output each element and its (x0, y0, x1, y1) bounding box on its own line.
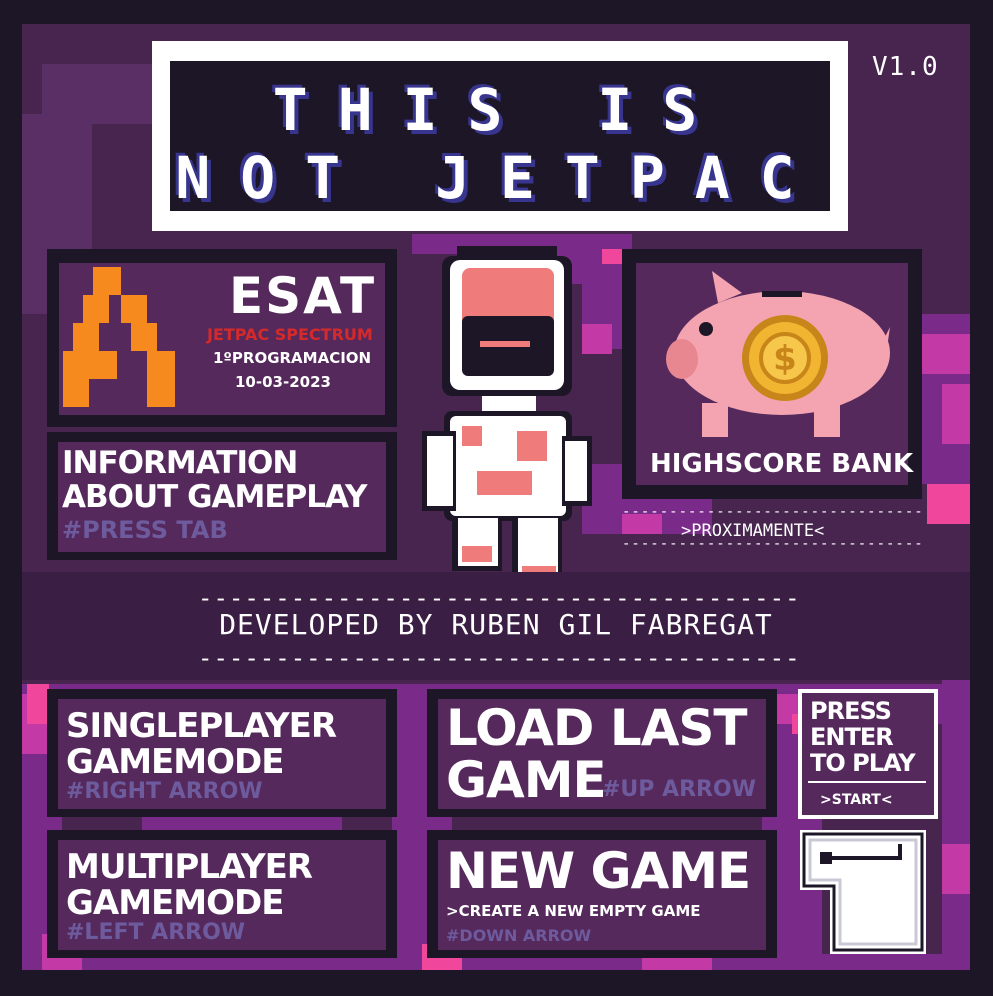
load-last-game-label-line-1: LOAD LAST (446, 699, 748, 757)
highscore-bank-label: HIGHSCORE BANK (650, 449, 914, 479)
info-title-line-2: ABOUT GAMEPLAY (62, 479, 367, 515)
game-menu-screen: THIS IS NOT JETPAC V1.0 ESAT JETPAC SPEC… (22, 24, 970, 970)
esat-logo-text: ESAT (229, 267, 377, 325)
load-last-game-label-line-2: GAME (446, 751, 607, 809)
esat-panel: ESAT JETPAC SPECTRUM 1ºPROGRAMACION 10-0… (47, 249, 397, 427)
title-line-1: THIS IS (272, 76, 728, 144)
singleplayer-label-line-1: SINGLEPLAYER (66, 706, 337, 746)
start-button[interactable]: >START< (820, 793, 893, 807)
new-game-hint: #DOWN ARROW (446, 926, 592, 945)
new-game-button[interactable]: NEW GAME >CREATE A NEW EMPTY GAME #DOWN … (427, 830, 777, 958)
info-hint: #PRESS TAB (62, 516, 228, 544)
multiplayer-label-line-2: GAMEMODE (66, 883, 284, 923)
proximamente-bottom-dashes: -------------------------------- (622, 536, 924, 552)
esat-subtitle: JETPAC SPECTRUM (207, 325, 373, 344)
title-line-2: NOT JETPAC (175, 144, 825, 212)
press-enter-line-3: TO PLAY (810, 749, 916, 777)
singleplayer-label-line-2: GAMEMODE (66, 742, 284, 782)
singleplayer-button[interactable]: SINGLEPLAYER GAMEMODE #RIGHT ARROW (47, 689, 397, 817)
multiplayer-hint: #LEFT ARROW (66, 920, 246, 945)
highscore-bank-panel: $ HIGHSCORE BANK (622, 249, 922, 499)
singleplayer-hint: #RIGHT ARROW (66, 779, 263, 804)
press-enter-divider (808, 781, 926, 783)
new-game-description: >CREATE A NEW EMPTY GAME (446, 902, 701, 920)
press-enter-line-1: PRESS (810, 697, 892, 725)
title-frame: THIS IS NOT JETPAC (152, 41, 848, 231)
new-game-label: NEW GAME (446, 842, 751, 900)
load-last-game-hint: #UP ARROW (602, 777, 756, 802)
press-enter-line-2: ENTER (810, 723, 894, 751)
proximamente-top-dashes: -------------------------------- (622, 504, 924, 520)
esat-date: 10-03-2023 (235, 373, 331, 391)
svg-text:$: $ (773, 339, 797, 379)
enter-key-icon[interactable] (800, 830, 930, 954)
press-enter-box[interactable]: PRESS ENTER TO PLAY >START< (798, 689, 938, 819)
astronaut-icon (422, 246, 592, 584)
esat-course: 1ºPROGRAMACION (213, 349, 372, 367)
developer-bottom-dashes: --------------------------------------- (198, 644, 801, 672)
info-title-line-1: INFORMATION (62, 445, 298, 481)
multiplayer-button[interactable]: MULTIPLAYER GAMEMODE #LEFT ARROW (47, 830, 397, 958)
esat-logo-icon (63, 267, 175, 407)
multiplayer-label-line-1: MULTIPLAYER (66, 847, 313, 887)
version-label: V1.0 (872, 52, 939, 82)
info-panel[interactable]: INFORMATION ABOUT GAMEPLAY #PRESS TAB (47, 432, 397, 560)
load-last-game-button[interactable]: LOAD LAST GAME #UP ARROW (427, 689, 777, 817)
title-panel: THIS IS NOT JETPAC (170, 61, 830, 212)
developer-credit: DEVELOPED BY RUBEN GIL FABREGAT (219, 608, 773, 641)
coin-icon: $ (742, 315, 828, 401)
